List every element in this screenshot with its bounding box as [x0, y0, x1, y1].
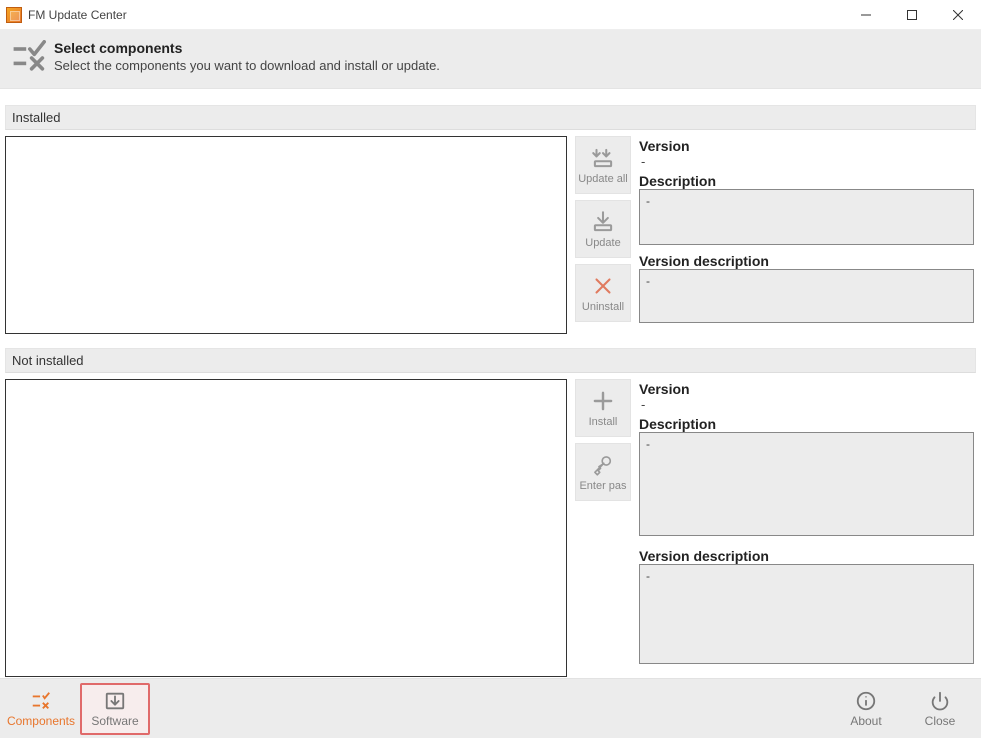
not-installed-row: Install Enter pas Version - Description … — [5, 379, 976, 677]
update-all-label: Update all — [578, 173, 628, 185]
install-button[interactable]: Install — [575, 379, 631, 437]
description-label: Description — [639, 173, 974, 189]
close-button[interactable] — [935, 0, 981, 30]
header-subtitle: Select the components you want to downlo… — [54, 58, 440, 73]
uninstall-label: Uninstall — [582, 301, 624, 313]
header-band: Select components Select the components … — [0, 30, 981, 89]
notinstalled-description-box: - — [639, 432, 974, 536]
components-tab[interactable]: Components — [6, 683, 76, 735]
enter-password-button[interactable]: Enter pas — [575, 443, 631, 501]
close-label: Close — [925, 714, 956, 728]
installed-section-header: Installed — [5, 105, 976, 130]
about-button[interactable]: About — [831, 683, 901, 735]
update-button[interactable]: Update — [575, 200, 631, 258]
notinstalled-version-value: - — [641, 397, 974, 412]
about-label: About — [850, 714, 881, 728]
not-installed-section-header: Not installed — [5, 348, 976, 373]
installed-button-column: Update all Update Uninst — [575, 136, 631, 334]
close-app-button[interactable]: Close — [905, 683, 975, 735]
not-installed-list[interactable] — [5, 379, 567, 677]
notinstalled-version-description-box: - — [639, 564, 974, 664]
install-label: Install — [589, 416, 618, 428]
minimize-button[interactable] — [843, 0, 889, 30]
uninstall-button[interactable]: Uninstall — [575, 264, 631, 322]
not-installed-details: Version - Description - Version descript… — [639, 379, 976, 677]
bottom-bar: Components Software About Close — [0, 678, 981, 738]
components-label: Components — [7, 714, 75, 728]
installed-version-description-box: - — [639, 269, 974, 323]
enter-password-label: Enter pas — [579, 480, 626, 492]
window-title: FM Update Center — [28, 8, 127, 22]
app-icon — [6, 7, 22, 23]
not-installed-button-column: Install Enter pas — [575, 379, 631, 677]
version-label-2: Version — [639, 381, 974, 397]
software-tab[interactable]: Software — [80, 683, 150, 735]
installed-list[interactable] — [5, 136, 567, 334]
main-content: Installed Update all — [0, 89, 981, 678]
installed-description-box: - — [639, 189, 974, 245]
version-description-label-2: Version description — [639, 548, 974, 564]
installed-row: Update all Update Uninst — [5, 136, 976, 334]
update-all-button[interactable]: Update all — [575, 136, 631, 194]
version-description-label: Version description — [639, 253, 974, 269]
header-title: Select components — [54, 40, 440, 56]
titlebar: FM Update Center — [0, 0, 981, 30]
update-label: Update — [585, 237, 620, 249]
description-label-2: Description — [639, 416, 974, 432]
installed-details: Version - Description - Version descript… — [639, 136, 976, 334]
maximize-button[interactable] — [889, 0, 935, 30]
software-label: Software — [91, 714, 138, 728]
installed-version-value: - — [641, 154, 974, 169]
version-label: Version — [639, 138, 974, 154]
select-components-icon — [10, 40, 46, 76]
